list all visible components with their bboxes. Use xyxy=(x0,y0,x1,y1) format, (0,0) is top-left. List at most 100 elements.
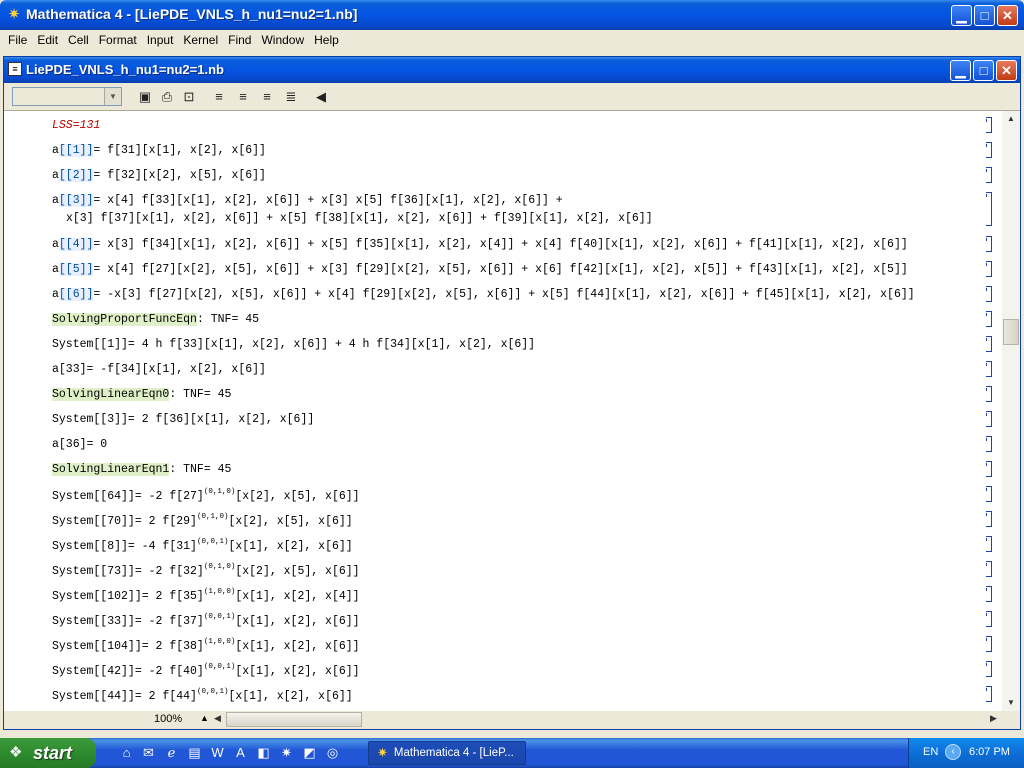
cell-a4[interactable]: a[[4]]= x[3] f[34][x[1], x[2], x[6]] + x… xyxy=(52,238,908,251)
cell-bracket[interactable] xyxy=(986,192,992,226)
menu-format[interactable]: Format xyxy=(94,33,142,47)
menu-find[interactable]: Find xyxy=(223,33,256,47)
chevron-down-icon[interactable]: ▼ xyxy=(104,88,121,105)
cell-solving-linear0[interactable]: SolvingLinearEqn0: TNF= 45 xyxy=(52,388,231,401)
cell-system-70[interactable]: System[[70]]= 2 f[29](0,1,0)[x[2], x[5],… xyxy=(52,513,353,528)
vertical-scroll-thumb[interactable] xyxy=(1003,319,1019,345)
cell-bracket[interactable] xyxy=(986,586,992,602)
menu-window[interactable]: Window xyxy=(256,33,309,47)
cell-bracket[interactable] xyxy=(986,411,992,427)
notebook-title-bar[interactable]: ≡ LiePDE_VNLS_h_nu1=nu2=1.nb ▁ □ ✕ xyxy=(4,57,1020,83)
quicklaunch-mathematica-icon[interactable]: ✷ xyxy=(278,744,295,761)
cell-solving-linear1[interactable]: SolvingLinearEqn1: TNF= 45 xyxy=(52,463,231,476)
cell-bracket[interactable] xyxy=(986,511,992,527)
quicklaunch-ie-icon[interactable]: ℯ xyxy=(163,744,180,761)
print-preview-icon[interactable]: ⊡ xyxy=(180,88,198,106)
cell-solving-proport[interactable]: SolvingProportFuncEqn: TNF= 45 xyxy=(52,313,259,326)
cell-bracket[interactable] xyxy=(986,661,992,677)
menu-edit[interactable]: Edit xyxy=(32,33,63,47)
cell-bracket[interactable] xyxy=(986,167,992,183)
cell-a5[interactable]: a[[5]]= x[4] f[27][x[2], x[5], x[6]] + x… xyxy=(52,263,908,276)
scroll-down-icon[interactable]: ▼ xyxy=(1003,695,1019,711)
taskbar-item-mathematica[interactable]: ✷ Mathematica 4 - [LieP... xyxy=(368,741,526,765)
menu-kernel[interactable]: Kernel xyxy=(178,33,223,47)
cell-bracket[interactable] xyxy=(986,386,992,402)
cell-bracket[interactable] xyxy=(986,611,992,627)
menu-cell[interactable]: Cell xyxy=(63,33,94,47)
cell-bracket[interactable] xyxy=(986,286,992,302)
cell-bracket[interactable] xyxy=(986,236,992,252)
cell-lss[interactable]: LSS=131 xyxy=(52,119,100,132)
cell-bracket[interactable] xyxy=(986,636,992,652)
align-center-icon[interactable]: ≡ xyxy=(234,88,252,106)
cell-a3-line2[interactable]: x[3] f[37][x[1], x[2], x[6]] + x[5] f[38… xyxy=(66,212,653,225)
quicklaunch-acrobat-icon[interactable]: A xyxy=(232,744,249,761)
cell-system-102[interactable]: System[[102]]= 2 f[35](1,0,0)[x[1], x[2]… xyxy=(52,588,360,603)
quicklaunch-show-desktop-icon[interactable]: ⌂ xyxy=(118,744,135,761)
cell-a3[interactable]: a[[3]]= x[4] f[33][x[1], x[2], x[6]] + x… xyxy=(52,194,563,207)
save-icon[interactable]: ▣ xyxy=(136,88,154,106)
cell-bracket[interactable] xyxy=(986,336,992,352)
quicklaunch-app-icon[interactable]: ◧ xyxy=(255,744,272,761)
menu-help[interactable]: Help xyxy=(309,33,344,47)
cell-system-1[interactable]: System[[1]]= 4 h f[33][x[1], x[2], x[6]]… xyxy=(52,338,535,351)
cell-bracket[interactable] xyxy=(986,261,992,277)
menu-input[interactable]: Input xyxy=(142,33,179,47)
start-button[interactable]: ❖ start xyxy=(0,738,96,768)
cell-system-64[interactable]: System[[64]]= -2 f[27](0,1,0)[x[2], x[5]… xyxy=(52,488,360,503)
quicklaunch-word-icon[interactable]: W xyxy=(209,744,226,761)
cell-bracket[interactable] xyxy=(986,436,992,452)
cell-system-73[interactable]: System[[73]]= -2 f[32](0,1,0)[x[2], x[5]… xyxy=(52,563,360,578)
cell-bracket[interactable] xyxy=(986,361,992,377)
cell-a2[interactable]: a[[2]]= f[32][x[2], x[5], x[6]] xyxy=(52,169,266,182)
align-right-icon[interactable]: ≡ xyxy=(258,88,276,106)
quicklaunch-app3-icon[interactable]: ◎ xyxy=(324,744,341,761)
close-button[interactable]: ✕ xyxy=(997,5,1018,26)
print-icon[interactable]: ⎙ xyxy=(158,88,176,106)
collapse-left-icon[interactable]: ◀ xyxy=(312,88,330,106)
cell-system-104[interactable]: System[[104]]= 2 f[38](1,0,0)[x[1], x[2]… xyxy=(52,638,360,653)
cell-bracket[interactable] xyxy=(986,461,992,477)
cell-bracket[interactable] xyxy=(986,311,992,327)
notebook-close-button[interactable]: ✕ xyxy=(996,60,1017,81)
scroll-left-icon[interactable]: ◀ xyxy=(214,713,221,724)
align-left-icon[interactable]: ≡ xyxy=(210,88,228,106)
notebook-minimize-button[interactable]: ▁ xyxy=(950,60,971,81)
cell-system-33[interactable]: System[[33]]= -2 f[37](0,0,1)[x[1], x[2]… xyxy=(52,613,360,628)
cell-system-3[interactable]: System[[3]]= 2 f[36][x[1], x[2], x[6]] xyxy=(52,413,314,426)
cell-system-44[interactable]: System[[44]]= 2 f[44](0,0,1)[x[1], x[2],… xyxy=(52,688,353,703)
cell-bracket[interactable] xyxy=(986,117,992,133)
maximize-button[interactable]: □ xyxy=(974,5,995,26)
notebook-maximize-button[interactable]: □ xyxy=(973,60,994,81)
cell-a6[interactable]: a[[6]]= -x[3] f[27][x[2], x[5], x[6]] + … xyxy=(52,288,915,301)
zoom-menu-icon[interactable]: ▲ xyxy=(200,713,209,723)
style-dropdown[interactable]: ▼ xyxy=(12,87,122,106)
scroll-right-icon[interactable]: ▶ xyxy=(990,713,997,724)
cell-bracket[interactable] xyxy=(986,486,992,502)
cell-a33[interactable]: a[33]= -f[34][x[1], x[2], x[6]] xyxy=(52,363,266,376)
cell-a1[interactable]: a[[1]]= f[31][x[1], x[2], x[6]] xyxy=(52,144,266,157)
quicklaunch-app2-icon[interactable]: ◩ xyxy=(301,744,318,761)
horizontal-scroll-thumb[interactable] xyxy=(226,712,362,727)
quicklaunch-outlook-icon[interactable]: ✉ xyxy=(140,744,157,761)
align-justify-icon[interactable]: ≣ xyxy=(282,88,300,106)
minimize-button[interactable]: ▁ xyxy=(951,5,972,26)
cell-bracket[interactable] xyxy=(986,536,992,552)
notebook-content[interactable]: LSS=131 a[[1]]= f[31][x[1], x[2], x[6]] … xyxy=(4,111,1000,711)
derivative-order: (0,0,1) xyxy=(196,538,229,546)
vertical-scrollbar[interactable]: ▲ ▼ xyxy=(1002,111,1020,711)
cell-system-8[interactable]: System[[8]]= -4 f[31](0,0,1)[x[1], x[2],… xyxy=(52,538,353,553)
language-indicator[interactable]: EN xyxy=(923,746,938,758)
cell-bracket[interactable] xyxy=(986,686,992,702)
clock[interactable]: 6:07 PM xyxy=(969,746,1010,758)
scroll-up-icon[interactable]: ▲ xyxy=(1003,111,1019,127)
app-title-bar[interactable]: ✷ Mathematica 4 - [LiePDE_VNLS_h_nu1=nu2… xyxy=(0,0,1024,30)
quicklaunch-folder-icon[interactable]: ▤ xyxy=(186,744,203,761)
start-label: start xyxy=(33,742,73,763)
cell-bracket[interactable] xyxy=(986,142,992,158)
cell-system-42[interactable]: System[[42]]= -2 f[40](0,0,1)[x[1], x[2]… xyxy=(52,663,360,678)
menu-file[interactable]: File xyxy=(3,33,32,47)
tray-expand-icon[interactable]: ‹ xyxy=(945,744,961,760)
cell-a36[interactable]: a[36]= 0 xyxy=(52,438,107,451)
cell-bracket[interactable] xyxy=(986,561,992,577)
